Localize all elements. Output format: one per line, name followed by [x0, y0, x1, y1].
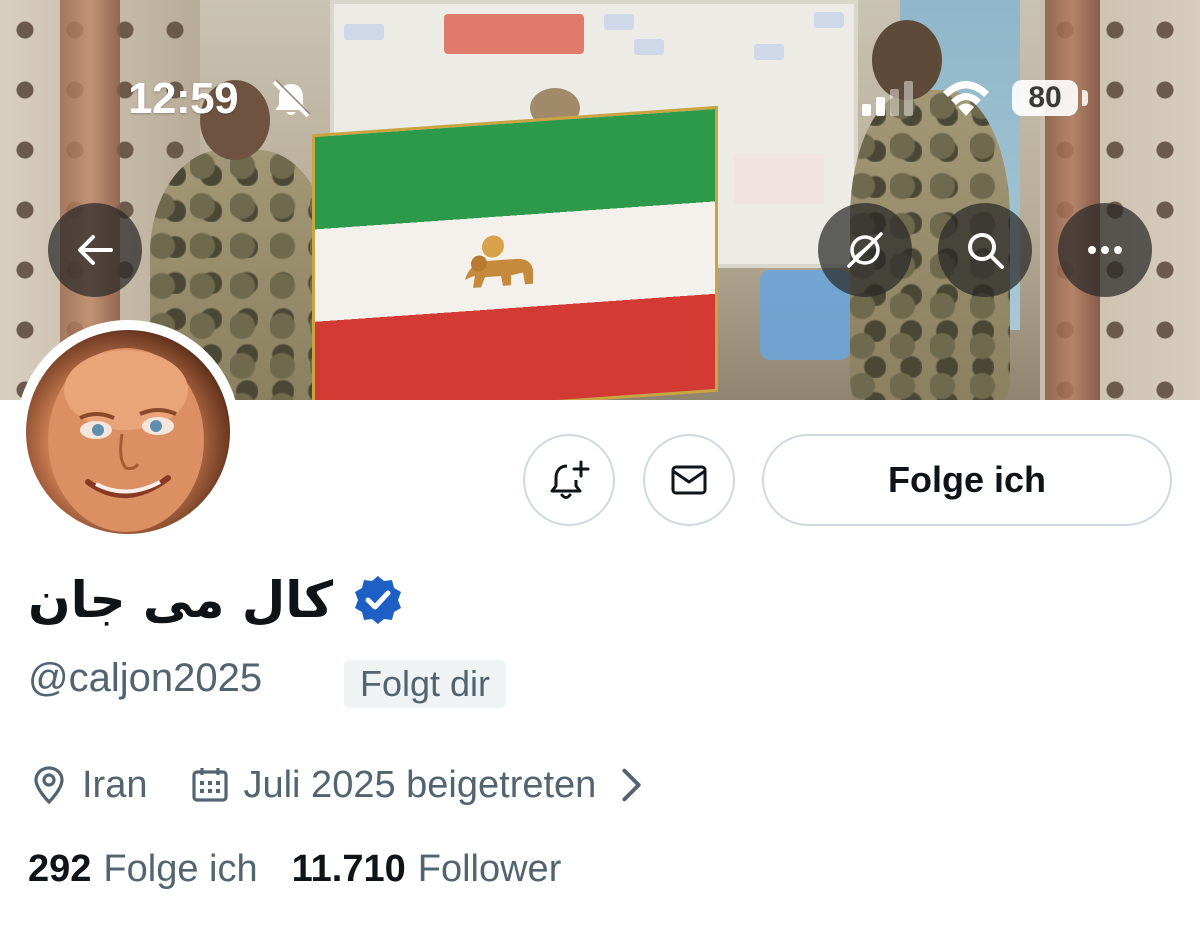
grok-icon	[847, 232, 883, 268]
following-count-link[interactable]: 292 Folge ich	[28, 848, 258, 891]
location-pin-icon	[34, 766, 64, 805]
profile-meta-row: Iran Juli 2025 beigetreten	[28, 758, 664, 812]
battery-icon: 80	[1012, 80, 1078, 116]
more-dots-icon	[1088, 246, 1122, 254]
more-button[interactable]	[1058, 203, 1152, 297]
search-icon	[968, 233, 1004, 269]
banner-flag	[312, 105, 718, 400]
verified-badge-icon[interactable]	[351, 573, 405, 627]
location-text: Iran	[82, 763, 148, 806]
grok-button[interactable]	[818, 203, 912, 297]
status-time: 12:59	[128, 74, 239, 123]
calendar-icon	[192, 768, 229, 802]
following-count: 292	[28, 848, 92, 890]
profile-counts: 292 Folge ich 11.710 Follower	[28, 848, 561, 891]
follows-you-badge: Folgt dir	[344, 660, 507, 708]
profile-name-row: کال می جان	[28, 560, 405, 640]
arrow-left-icon	[78, 235, 113, 265]
bell-plus-icon	[550, 460, 590, 499]
joined-text: Juli 2025 beigetreten	[243, 763, 597, 806]
bell-slash-icon	[272, 79, 311, 118]
back-button[interactable]	[48, 203, 142, 297]
lion-and-sun-emblem	[465, 235, 533, 288]
followers-count-link[interactable]: 11.710 Follower	[292, 848, 562, 891]
profile-handle: @caljon2025	[28, 656, 263, 700]
avatar-face	[48, 348, 204, 532]
display-name: کال می جان	[28, 571, 334, 629]
followers-label: Follower	[417, 848, 562, 890]
cellular-signal-icon	[862, 81, 913, 116]
avatar-photo	[26, 330, 230, 534]
followers-count: 11.710	[291, 848, 406, 890]
search-button[interactable]	[938, 203, 1032, 297]
wifi-icon	[943, 81, 989, 116]
notifications-button[interactable]	[523, 434, 615, 526]
envelope-icon	[671, 465, 707, 495]
message-button[interactable]	[643, 434, 735, 526]
joined-item[interactable]: Juli 2025 beigetreten	[189, 764, 664, 807]
profile-avatar[interactable]	[16, 320, 240, 544]
following-label: Folge ich	[103, 848, 258, 890]
battery-tip	[1082, 90, 1088, 106]
following-button[interactable]: Folge ich	[762, 434, 1172, 526]
chevron-right-icon	[622, 768, 641, 802]
banner-curtain-right	[1045, 0, 1100, 400]
location-item: Iran	[28, 764, 147, 807]
